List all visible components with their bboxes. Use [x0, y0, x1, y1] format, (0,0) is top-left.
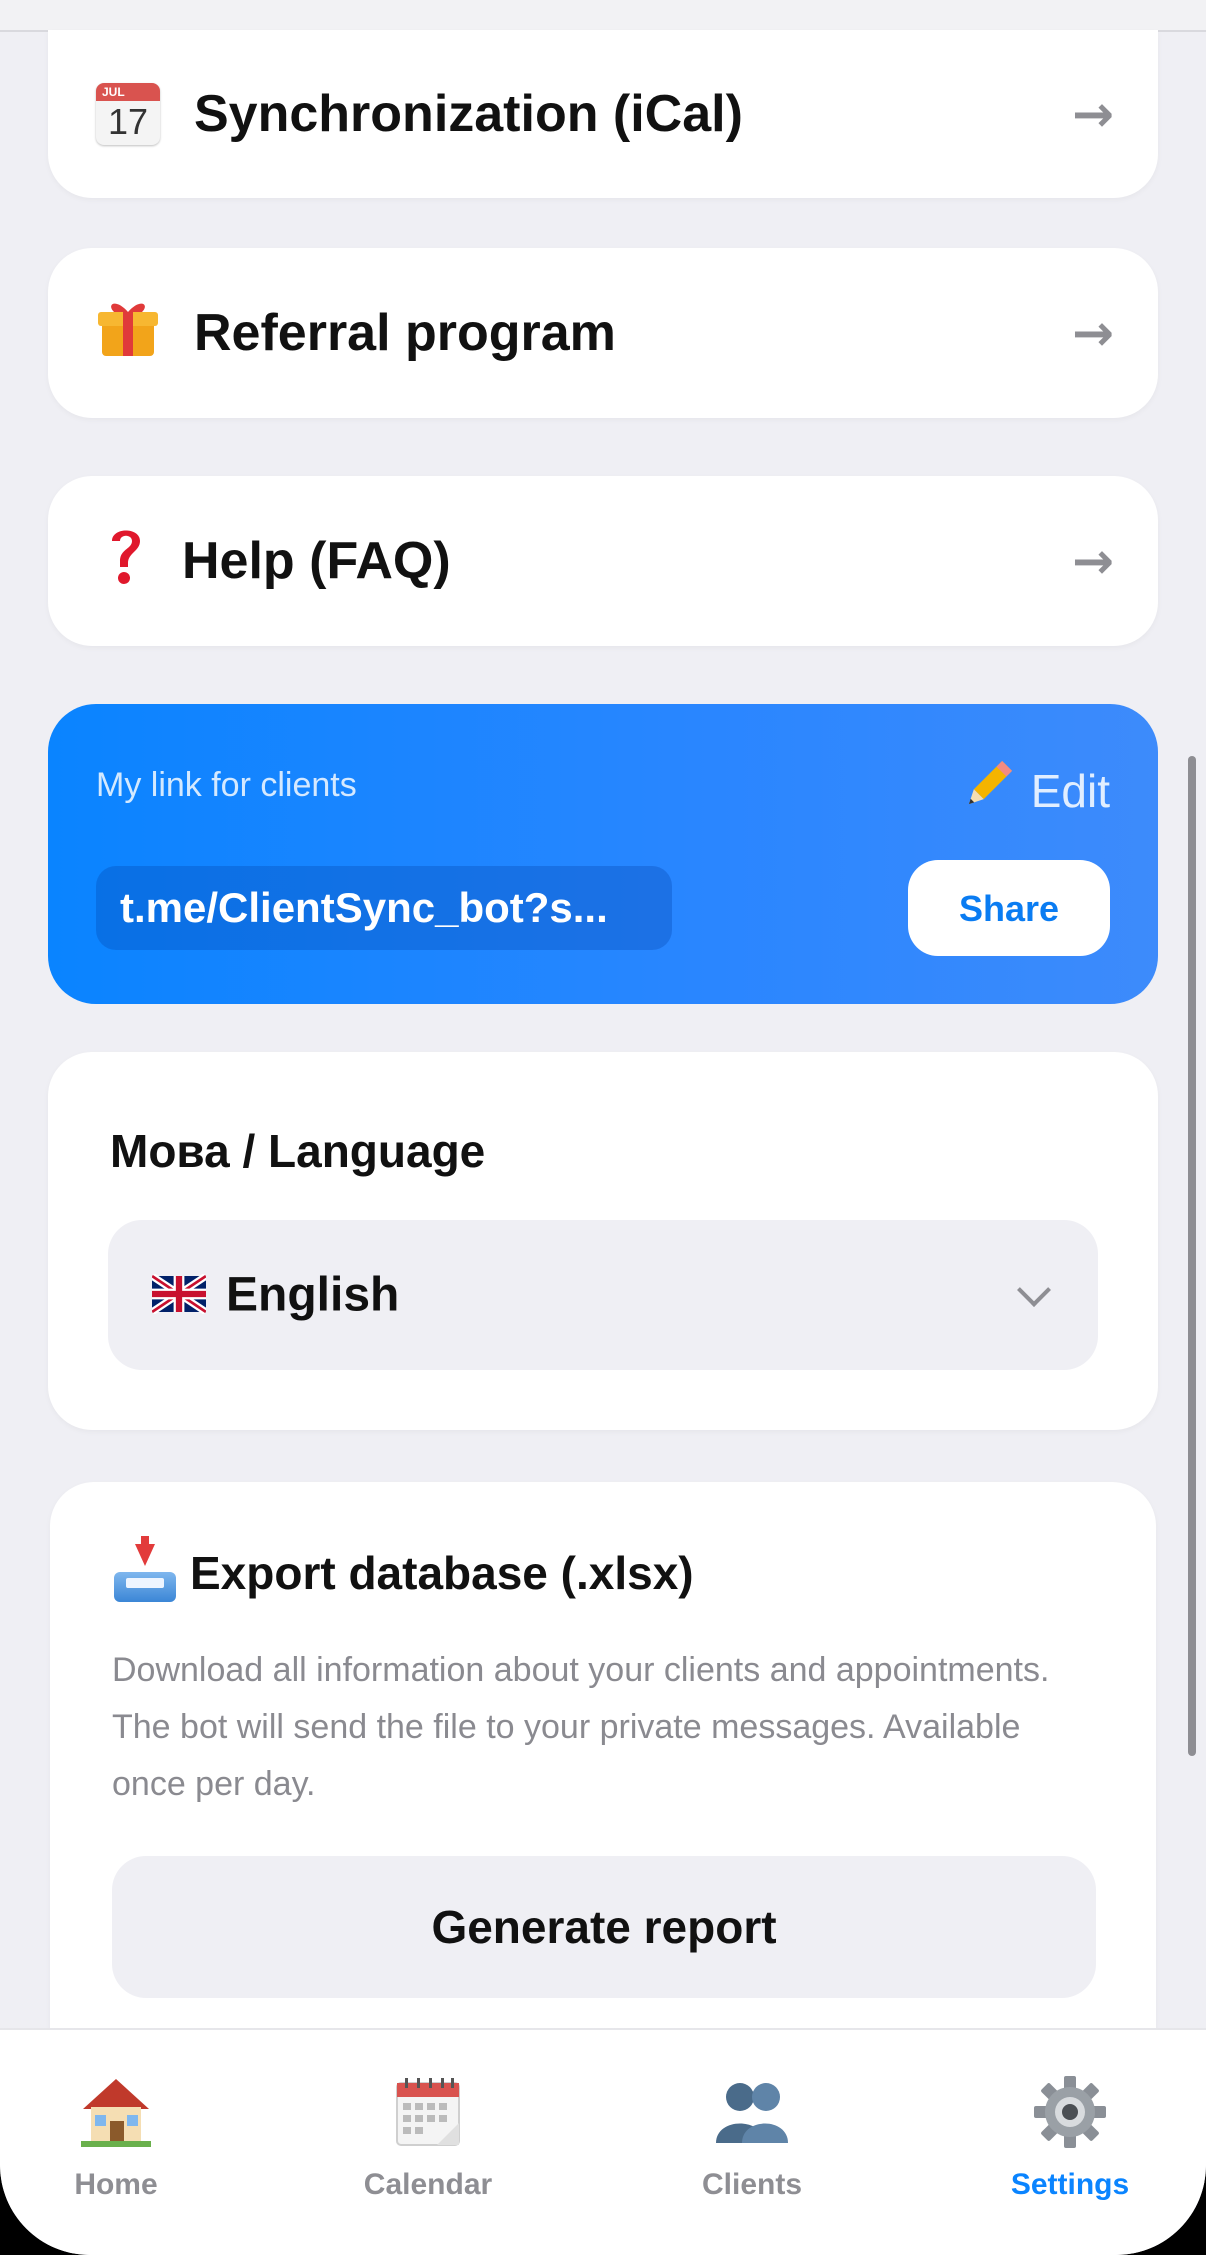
- question-mark-icon: [106, 525, 146, 597]
- calendar-icon-day: 17: [107, 101, 149, 142]
- arrow-right-icon: →: [1072, 532, 1114, 590]
- export-heading: Export database (.xlsx): [114, 1536, 694, 1602]
- menu-item-label: Help (FAQ): [182, 532, 451, 590]
- tab-calendar[interactable]: Calendar: [318, 2074, 538, 2202]
- house-icon: [6, 2074, 226, 2150]
- language-select[interactable]: English: [108, 1220, 1098, 1370]
- menu-item-help-faq[interactable]: Help (FAQ) →: [48, 476, 1158, 646]
- gear-icon: [960, 2074, 1180, 2150]
- export-heading-text: Export database (.xlsx): [190, 1547, 694, 1599]
- arrow-right-icon: →: [1072, 85, 1114, 143]
- tab-home[interactable]: Home: [6, 2074, 226, 2202]
- calendar-icon: JUL 17: [96, 83, 160, 145]
- tab-label: Clients: [701, 2168, 803, 2201]
- tab-settings[interactable]: Settings: [960, 2074, 1180, 2202]
- gift-icon: [96, 296, 160, 370]
- tab-clients[interactable]: Clients: [642, 2074, 862, 2202]
- menu-item-label: Synchronization (iCal): [194, 85, 743, 143]
- calendar-icon-month: JUL: [96, 83, 160, 101]
- export-description: Download all information about your clie…: [112, 1651, 1050, 1803]
- chevron-down-icon: [1017, 1273, 1051, 1307]
- tab-label: Home: [74, 2168, 158, 2201]
- menu-item-referral-program[interactable]: Referral program →: [48, 248, 1158, 418]
- calendar-icon: [318, 2074, 538, 2150]
- inbox-tray-icon: [114, 1536, 176, 1602]
- tab-label: Settings: [1010, 2168, 1130, 2201]
- top-strip: [0, 0, 1206, 32]
- tab-label: Calendar: [363, 2168, 493, 2201]
- users-icon: [642, 2074, 862, 2150]
- menu-item-label: Referral program: [194, 304, 616, 362]
- share-button[interactable]: Share: [908, 860, 1110, 956]
- client-link-field[interactable]: t.me/ClientSync_bot?s...: [96, 866, 672, 950]
- generate-report-button[interactable]: Generate report: [112, 1856, 1096, 1998]
- arrow-right-icon: →: [1072, 304, 1114, 362]
- scrollbar[interactable]: [1188, 756, 1196, 1756]
- menu-item-synchronization[interactable]: JUL 17 Synchronization (iCal) →: [48, 30, 1158, 198]
- language-selected-value: English: [226, 1268, 400, 1322]
- export-database-card: Export database (.xlsx) Download all inf…: [50, 1482, 1156, 2082]
- client-link-card: My link for clients Edit t.me/ClientSync…: [48, 704, 1158, 1004]
- tab-bar: Home Calendar Clients Settings: [0, 2028, 1206, 2255]
- uk-flag-icon: [152, 1274, 206, 1314]
- edit-label: Edit: [1030, 765, 1110, 817]
- client-link-title: My link for clients: [96, 766, 357, 804]
- settings-screen: JUL 17 Synchronization (iCal) → Referral…: [0, 0, 1206, 2255]
- language-card: Мова / Language English: [48, 1052, 1158, 1430]
- edit-link-button[interactable]: Edit: [959, 756, 1110, 826]
- language-heading: Мова / Language: [110, 1125, 486, 1177]
- pencil-icon: [959, 756, 1017, 826]
